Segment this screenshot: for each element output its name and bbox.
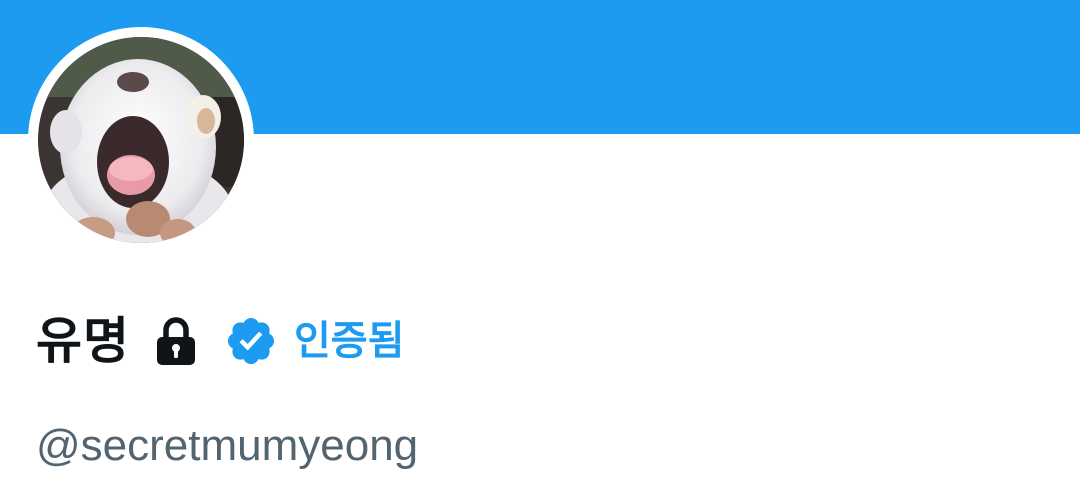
user-handle: @secretmumyeong bbox=[36, 421, 419, 470]
profile-header: 유명 인증됨 @secretmumyeong bbox=[0, 0, 1080, 493]
verified-badge-icon[interactable] bbox=[224, 314, 278, 368]
avatar[interactable] bbox=[38, 37, 244, 243]
display-name: 유명 bbox=[36, 312, 130, 370]
name-row: 유명 인증됨 bbox=[36, 308, 404, 374]
lock-icon bbox=[154, 316, 198, 366]
verified-label[interactable]: 인증됨 bbox=[294, 308, 404, 374]
